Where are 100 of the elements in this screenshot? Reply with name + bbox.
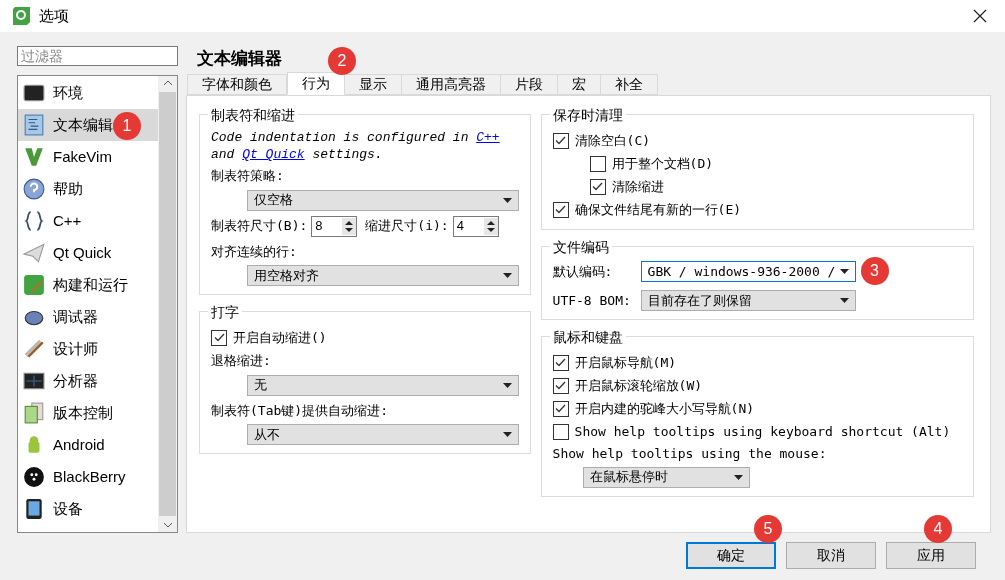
checkbox-label: 开启鼠标导航(M) xyxy=(574,353,677,372)
sidebar-item[interactable]: 调试器 xyxy=(18,301,158,333)
tab[interactable]: 宏 xyxy=(558,74,601,95)
check-icon xyxy=(592,182,604,191)
check-icon xyxy=(555,136,567,145)
step-badge: 5 xyxy=(754,515,782,543)
caret-icon xyxy=(502,273,512,278)
checkbox-label: 用于整个文档(D) xyxy=(611,154,714,173)
link[interactable]: Qt Quick xyxy=(242,147,305,162)
check-icon xyxy=(555,205,567,214)
field-label: Show help tooltips using the mouse: xyxy=(552,445,828,463)
caret-icon xyxy=(502,382,512,388)
monitor-icon xyxy=(23,82,45,104)
dialog-button[interactable]: 取消 xyxy=(786,542,876,569)
checkbox[interactable] xyxy=(552,400,569,417)
field-label: 制表符尺寸(B): xyxy=(211,217,308,236)
sidebar-item[interactable]: 分析器 xyxy=(18,365,158,397)
pencil-ruler-icon xyxy=(23,338,45,360)
help-icon xyxy=(23,178,45,200)
vim-icon xyxy=(23,146,45,168)
checkbox[interactable] xyxy=(552,423,569,440)
spin-arrows-icon[interactable] xyxy=(483,217,498,235)
dropdown[interactable]: 用空格对齐 xyxy=(247,265,519,286)
dropdown[interactable]: 无 xyxy=(247,374,519,396)
tab[interactable]: 补全 xyxy=(601,74,658,95)
tab[interactable]: 字体和颜色 xyxy=(187,74,287,95)
checkbox[interactable] xyxy=(589,178,606,195)
checkbox-label: 开启鼠标滚轮缩放(W) xyxy=(574,376,703,395)
check-icon xyxy=(213,333,225,342)
dropdown[interactable]: 在鼠标悬停时 xyxy=(582,466,750,488)
braces-icon xyxy=(23,210,45,232)
files-icon xyxy=(23,402,45,424)
window-title: 选项 xyxy=(39,5,69,26)
tab[interactable]: 通用高亮器 xyxy=(402,74,501,95)
dialog-button[interactable]: 应用 xyxy=(886,542,976,569)
sidebar-item[interactable]: 设计师 xyxy=(18,333,158,365)
checkbox[interactable] xyxy=(552,354,569,371)
checkbox-label: 开启内建的驼峰大小写导航(N) xyxy=(574,399,755,418)
checkbox[interactable] xyxy=(552,132,569,149)
field-label: 对齐连续的行: xyxy=(211,242,298,261)
checkbox-label: 清除空白(C) xyxy=(574,131,651,150)
dropdown[interactable]: GBK / windows-936-2000 / xyxy=(640,261,856,282)
phone-icon xyxy=(23,498,45,520)
scroll-up-icon[interactable] xyxy=(162,80,173,86)
paper-plane-icon xyxy=(23,242,45,264)
checkbox-label: Show help tooltips using keyboard shortcut (Alt) xyxy=(574,422,951,441)
spin-box[interactable]: 8 xyxy=(311,215,358,237)
checkbox[interactable] xyxy=(589,155,606,172)
checkbox[interactable] xyxy=(552,201,569,218)
dropdown[interactable]: 目前存在了则保留 xyxy=(640,290,856,311)
field-label: 制表符(Tab键)提供自动缩进: xyxy=(211,401,389,420)
dialog-button[interactable]: 确定 xyxy=(686,542,776,569)
filter-field[interactable]: 过滤器 xyxy=(17,46,178,66)
page-title: 文本编辑器 xyxy=(197,47,282,70)
sidebar-item[interactable]: BlackBerry xyxy=(18,461,158,493)
field-label: 制表符策略: xyxy=(211,167,285,185)
sidebar-item[interactable]: 环境 xyxy=(18,77,158,109)
scroll-down-icon[interactable] xyxy=(162,522,173,528)
sidebar-item[interactable]: 帮助 xyxy=(18,173,158,205)
dropdown[interactable]: 仅空格 xyxy=(247,189,519,211)
check-icon xyxy=(555,381,567,390)
sidebar-item[interactable]: C++ xyxy=(18,205,158,237)
oscilloscope-icon xyxy=(23,370,45,392)
checkbox-label: 确保文件结尾有新的一行(E) xyxy=(574,200,742,219)
step-badge: 3 xyxy=(860,257,889,285)
sidebar-item[interactable]: 设备 xyxy=(18,493,158,525)
field-label: 退格缩进: xyxy=(211,352,272,370)
checkbox-label: 开启自动缩进() xyxy=(233,328,327,347)
indentation-note: Code indentation is configured in C++ and Qt Quick settings. xyxy=(211,129,501,163)
sidebar-item[interactable]: Qt Quick xyxy=(18,237,158,269)
field-label: 缩进尺寸(i): xyxy=(365,217,449,236)
sidebar-item[interactable]: 版本控制 xyxy=(18,397,158,429)
link[interactable]: C++ xyxy=(476,130,500,145)
tab[interactable]: 行为 xyxy=(287,72,345,95)
scroll-thumb[interactable] xyxy=(159,92,176,516)
step-badge: 4 xyxy=(924,515,952,543)
document-icon xyxy=(23,114,45,136)
spin-arrows-icon[interactable] xyxy=(342,217,357,235)
dropdown[interactable]: 从不 xyxy=(247,424,519,445)
app-logo-icon xyxy=(12,6,32,26)
step-badge: 2 xyxy=(328,47,356,75)
tab[interactable]: 显示 xyxy=(345,74,402,95)
caret-icon xyxy=(502,197,512,203)
caret-icon xyxy=(839,269,849,274)
check-icon xyxy=(555,404,567,413)
checkbox-label: 清除缩进 xyxy=(611,177,664,196)
checkbox[interactable] xyxy=(552,377,569,394)
checkbox[interactable] xyxy=(211,329,227,346)
tab[interactable]: 片段 xyxy=(501,74,558,95)
close-icon[interactable] xyxy=(973,9,987,23)
field-label: 默认编码: xyxy=(552,262,614,281)
check-icon xyxy=(555,358,567,367)
sidebar-item[interactable]: FakeVim xyxy=(18,141,158,173)
berry-icon xyxy=(23,466,45,488)
caret-icon xyxy=(733,474,743,480)
sidebar-item[interactable]: Android xyxy=(18,429,158,461)
scrollbar[interactable] xyxy=(158,76,177,532)
spin-box[interactable]: 4 xyxy=(452,215,499,237)
caret-icon xyxy=(502,432,512,437)
sidebar-item[interactable]: 构建和运行 xyxy=(18,269,158,301)
